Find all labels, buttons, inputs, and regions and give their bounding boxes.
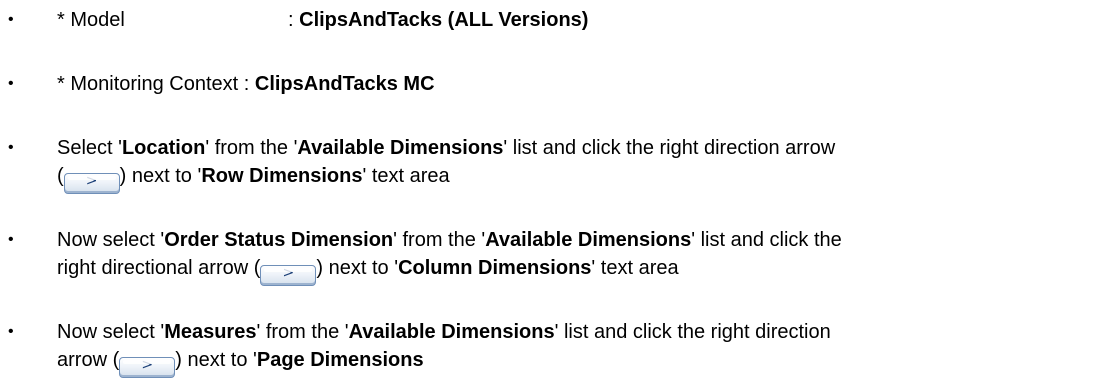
list-item-text: * Monitoring Context : ClipsAndTacks MC [57,70,1107,98]
field-label: * Monitoring Context [57,73,239,95]
text-run: ' from the ' [256,321,349,343]
text-run: ' list and click the [691,229,842,251]
bold-term: Order Status Dimension [164,229,394,251]
list-item-text: Now select 'Measures' from the 'Availabl… [57,318,1107,378]
bold-term: Measures [164,321,257,343]
bullet-icon: • [8,75,14,92]
text-run: Now select ' [57,229,165,251]
bold-term: Column Dimensions [398,257,592,279]
text-run: ) next to ' [119,165,202,187]
text-run: ) next to ' [316,257,399,279]
bold-term: Available Dimensions [485,229,692,251]
text-run: ' list and click the right direction arr… [503,137,836,159]
list-item-text: * Model: ClipsAndTacks (ALL Versions) [57,6,1107,34]
text-run: ' from the ' [393,229,486,251]
text-run: arrow ( [57,349,120,371]
field-separator: : [288,9,300,31]
list-item-text: Select 'Location' from the 'Available Di… [57,134,1107,194]
field-value: ClipsAndTacks MC [254,73,435,95]
text-run: ) next to ' [175,349,257,371]
bullet-icon: • [8,11,14,28]
text-run: ' list and click the right direction [554,321,831,343]
field-separator: : [238,73,255,95]
right-arrow-button-icon: > [63,173,120,194]
field-value: ClipsAndTacks (ALL Versions) [299,9,589,31]
text-run: ' text area [362,165,450,187]
text-run: ( [57,165,64,187]
field-label: * Model [57,9,125,31]
bold-term: Row Dimensions [201,165,363,187]
bullet-icon: • [8,323,14,340]
bullet-icon: • [8,231,14,248]
text-run: ' from the ' [205,137,298,159]
text-run: right directional arrow ( [57,257,261,279]
text-run: Now select ' [57,321,165,343]
right-arrow-button-icon: > [119,357,176,378]
bullet-icon: • [8,139,14,156]
list-item-text: Now select 'Order Status Dimension' from… [57,226,1107,286]
bold-term: Available Dimensions [348,321,555,343]
bold-term: Available Dimensions [297,137,504,159]
text-run: ' text area [591,257,679,279]
bold-term: Page Dimensions [256,349,424,371]
bold-term: Location [121,137,206,159]
text-run: Select ' [57,137,122,159]
right-arrow-button-icon: > [260,265,317,286]
